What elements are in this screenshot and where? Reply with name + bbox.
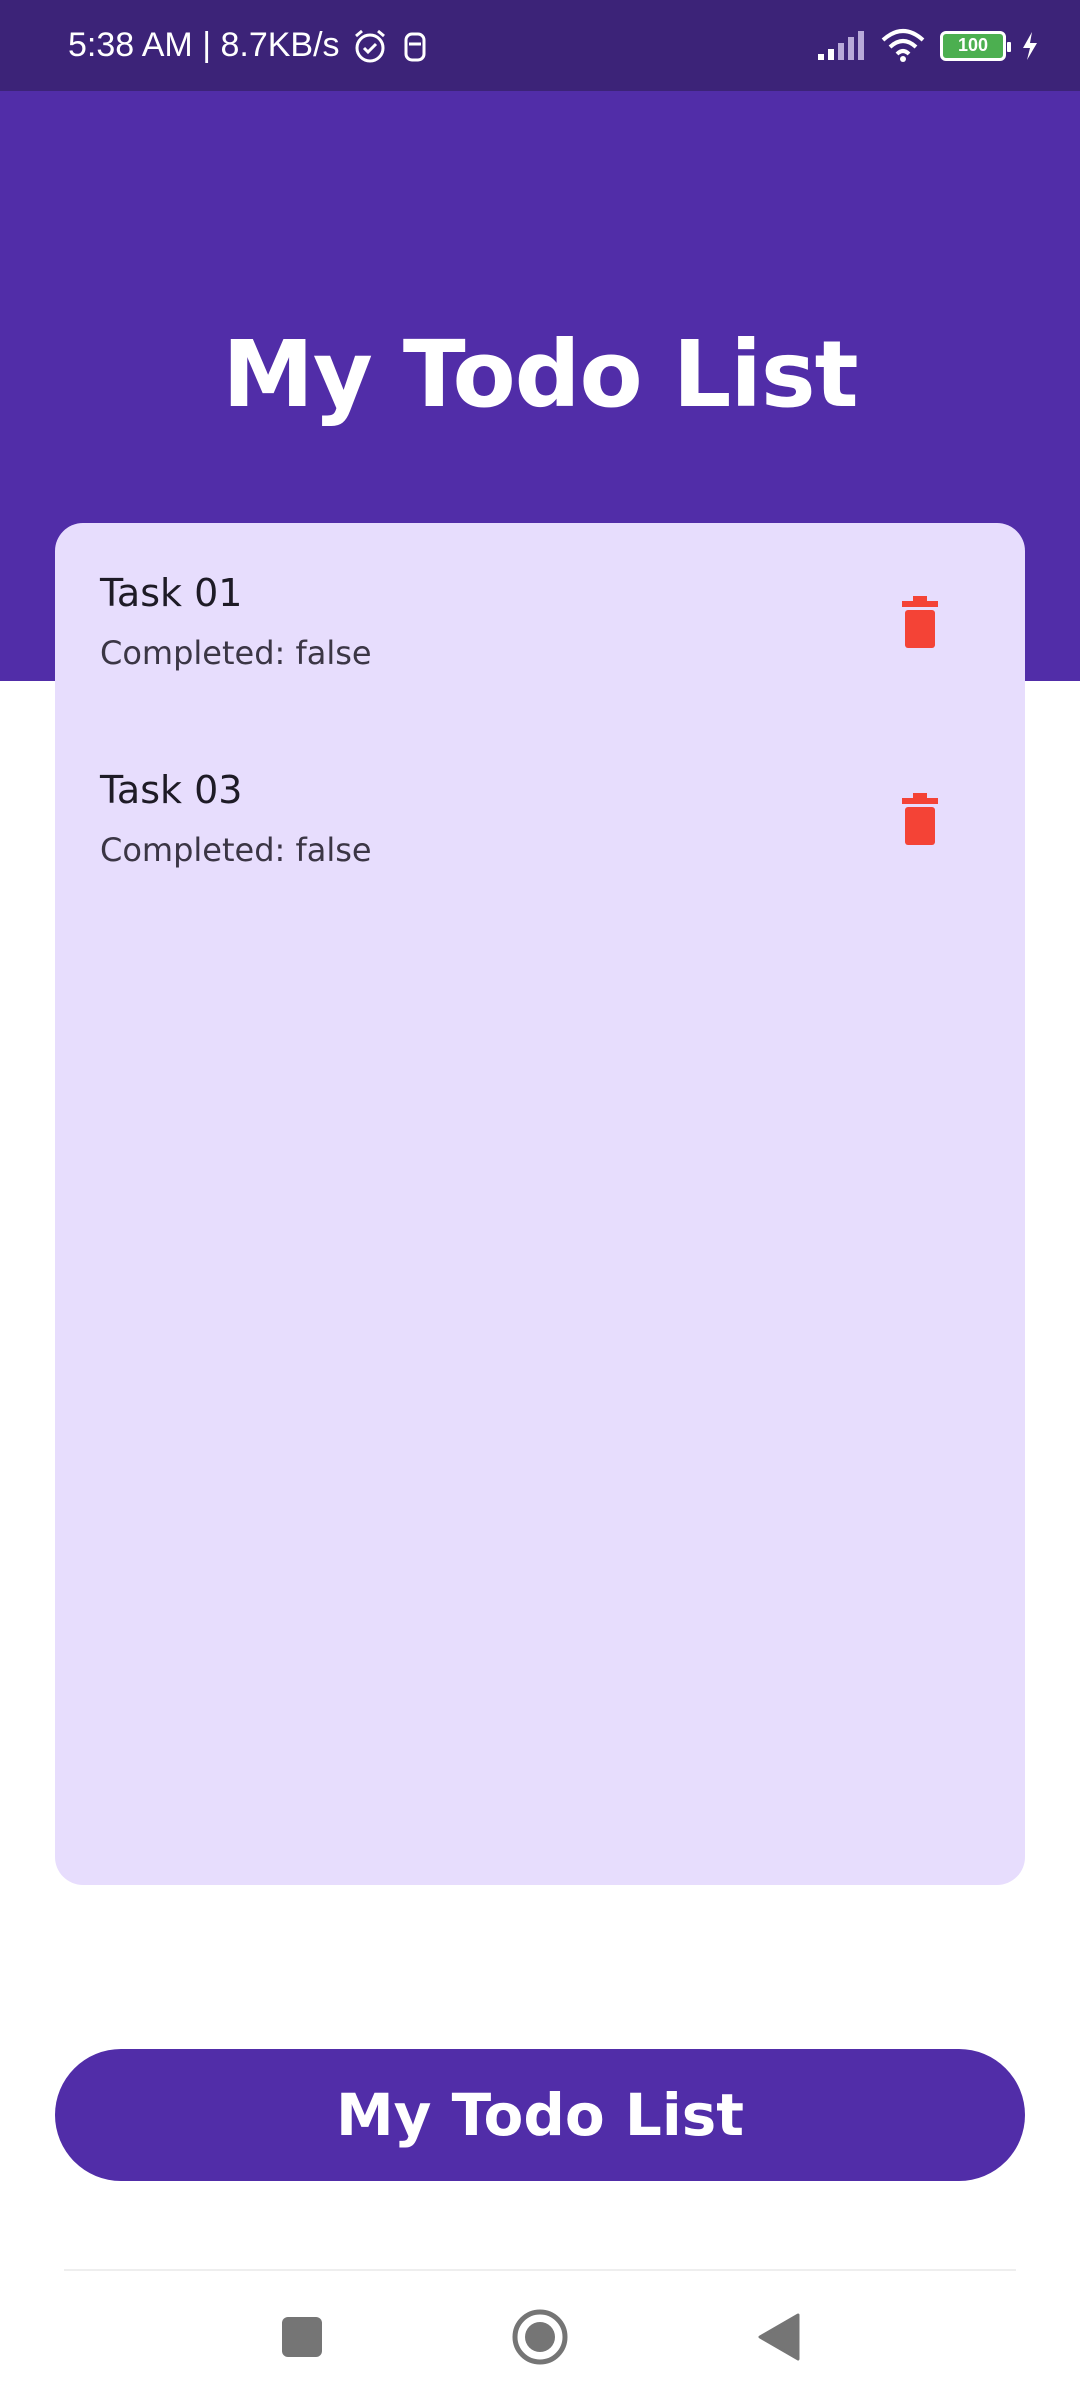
todo-list-button[interactable]: My Todo List (55, 2049, 1025, 2181)
home-icon (512, 2309, 568, 2365)
screen: 5:38 AM | 8.7KB/s 100 My Todo List Task … (0, 0, 1080, 2400)
back-icon (758, 2313, 800, 2361)
signal-icon (816, 30, 866, 62)
home-button[interactable] (500, 2305, 580, 2369)
trash-icon (902, 793, 938, 845)
status-left: 5:38 AM | 8.7KB/s (68, 26, 430, 66)
battery-level: 100 (957, 35, 989, 55)
trash-icon (902, 596, 938, 648)
status-time-speed: 5:38 AM | 8.7KB/s (68, 26, 340, 64)
task-status: Completed: false (100, 634, 372, 672)
charging-icon (1020, 30, 1040, 62)
alarm-icon (350, 26, 390, 66)
navigation-bar (0, 2271, 1080, 2400)
battery-icon: 100 (940, 30, 1011, 61)
status-bar: 5:38 AM | 8.7KB/s 100 (0, 0, 1080, 91)
task-title: Task 01 (100, 571, 243, 615)
delete-button[interactable] (885, 587, 955, 657)
wifi-icon (880, 28, 926, 64)
list-item: Task 01 Completed: false (55, 523, 1025, 693)
delete-button[interactable] (885, 784, 955, 854)
task-title: Task 03 (100, 768, 243, 812)
list-item: Task 03 Completed: false (55, 720, 1025, 890)
notification-icon (400, 28, 430, 64)
recents-icon (282, 2317, 322, 2357)
page-title: My Todo List (222, 321, 858, 428)
recents-button[interactable] (262, 2305, 342, 2369)
task-list-card: Task 01 Completed: false Task 03 Complet… (55, 523, 1025, 1885)
task-status: Completed: false (100, 831, 372, 869)
back-button[interactable] (738, 2305, 818, 2369)
status-right: 100 (816, 28, 1040, 64)
